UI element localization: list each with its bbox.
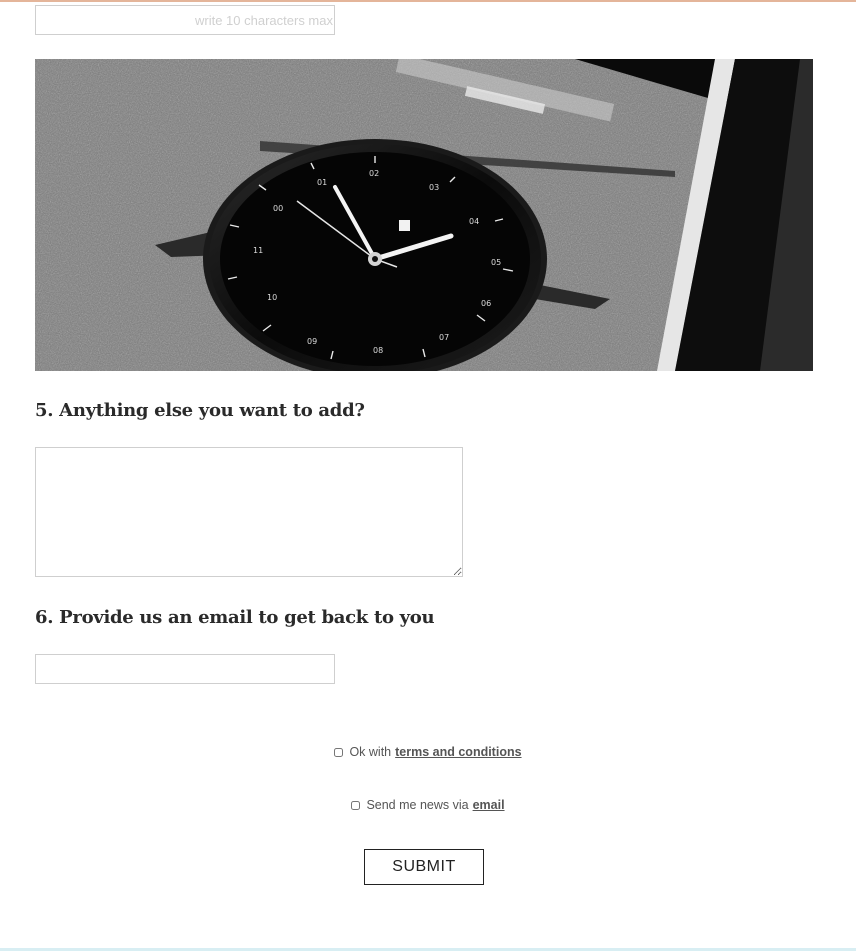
svg-text:00: 00: [273, 204, 283, 213]
terms-link[interactable]: terms and conditions: [395, 745, 521, 759]
terms-checkbox[interactable]: [334, 747, 344, 757]
additional-comments-textarea[interactable]: [35, 447, 463, 577]
svg-text:10: 10: [267, 293, 277, 302]
question-6-title: 6. Provide us an email to get back to yo…: [35, 607, 435, 628]
short-answer-input[interactable]: [35, 5, 335, 35]
svg-text:01: 01: [317, 178, 327, 187]
svg-text:02: 02: [369, 169, 379, 178]
svg-text:11: 11: [253, 246, 263, 255]
svg-text:04: 04: [469, 217, 479, 226]
svg-text:09: 09: [307, 337, 317, 346]
svg-text:07: 07: [439, 333, 449, 342]
newsletter-label: Send me news via: [366, 798, 469, 812]
email-input[interactable]: [35, 654, 335, 684]
newsletter-row: Send me news via email: [0, 798, 856, 812]
newsletter-checkbox[interactable]: [351, 800, 361, 810]
svg-text:08: 08: [373, 346, 383, 355]
top-divider: [0, 0, 856, 2]
submit-button[interactable]: SUBMIT: [364, 849, 484, 885]
question-5-title: 5. Anything else you want to add?: [35, 400, 365, 421]
svg-text:05: 05: [491, 258, 501, 267]
svg-text:06: 06: [481, 299, 491, 308]
email-link[interactable]: email: [473, 798, 505, 812]
terms-row: Ok with terms and conditions: [0, 745, 856, 759]
terms-label: Ok with: [349, 745, 392, 759]
svg-text:03: 03: [429, 183, 439, 192]
watch-photo: 02 03 04 05 06 07 08 09 10 11 00 01: [35, 59, 813, 371]
